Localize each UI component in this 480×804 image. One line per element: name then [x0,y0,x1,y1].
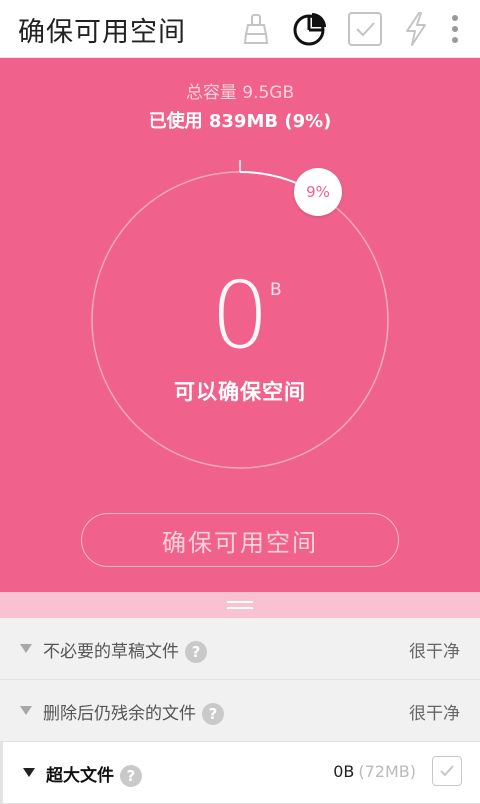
help-icon[interactable]: ? [120,765,142,787]
checkbox-icon[interactable] [345,9,385,49]
category-size: 0B [333,762,355,781]
category-total-size: (72MB) [358,762,416,781]
free-space-unit: B [270,280,282,300]
category-status: 很干净 [409,642,460,662]
expand-arrow-icon [20,706,32,715]
pie-chart-icon[interactable] [289,9,329,49]
list-item[interactable]: 超大文件? 0B (72MB) [0,742,480,804]
top-bar: 确保可用空间 [0,0,480,58]
percent-badge: 9% [294,168,342,216]
category-label: 不必要的草稿文件 [43,642,179,662]
category-label: 超大文件 [46,766,114,786]
collapse-arrow-icon [23,768,35,777]
help-icon[interactable]: ? [185,641,207,663]
check-icon [440,765,454,777]
list-item[interactable]: 删除后仍残余的文件? 很干净 [0,680,480,742]
circle-caption: 可以确保空间 [174,380,306,404]
brush-icon[interactable] [236,9,276,49]
category-label: 删除后仍残余的文件 [43,704,196,724]
file-category-list: 不必要的草稿文件? 很干净 删除后仍残余的文件? 很干净 超大文件? 0B (72… [0,618,480,804]
drag-handle-icon [227,601,253,609]
storage-panel: 总容量 9.5GB 已使用 839MB (9%) 9% 0 B 可以确保空间 确… [0,58,480,592]
category-status: 很干净 [409,704,460,724]
page-title: 确保可用空间 [18,17,186,48]
flash-icon[interactable] [396,9,436,49]
select-checkbox[interactable] [432,756,462,786]
ensure-space-button[interactable]: 确保可用空间 [81,513,399,567]
more-icon[interactable] [440,9,470,49]
help-icon[interactable]: ? [202,703,224,725]
expand-arrow-icon [20,644,32,653]
list-item[interactable]: 不必要的草稿文件? 很干净 [0,618,480,680]
drag-handle[interactable] [0,592,480,618]
